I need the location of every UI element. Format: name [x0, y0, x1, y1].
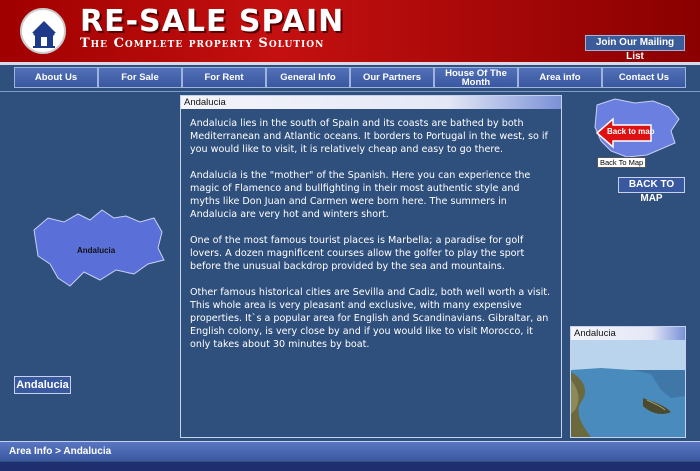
content-title: Andalucia [181, 96, 561, 109]
nav-house-of-the-month[interactable]: House Of The Month [434, 67, 518, 88]
nav-for-sale[interactable]: For Sale [98, 67, 182, 88]
back-arrow-label: Back to map [607, 127, 655, 136]
coast-photo [571, 340, 685, 437]
brand-title: RE-SALE SPAIN [80, 4, 345, 39]
nav-about-us[interactable]: About Us [14, 67, 98, 88]
join-mailing-list-button[interactable]: Join Our Mailing List [585, 35, 685, 62]
bottom-bar [0, 462, 700, 471]
site-header: RE-SALE SPAIN The Complete property Solu… [0, 0, 700, 62]
nav-our-partners[interactable]: Our Partners [350, 67, 434, 88]
andalucia-button[interactable]: Andalucia [14, 376, 71, 394]
nav-for-rent[interactable]: For Rent [182, 67, 266, 88]
spain-mini-map[interactable]: Back to map [591, 97, 681, 163]
back-to-map-button[interactable]: BACK TO MAP [618, 177, 685, 204]
brand-tagline: The Complete property Solution [80, 36, 325, 51]
content-paragraph: Andalucia lies in the south of Spain and… [190, 118, 548, 155]
area-photo-panel: Andalucia [570, 326, 686, 438]
main-nav: About Us For Sale For Rent General Info … [14, 67, 686, 88]
breadcrumb[interactable]: Area Info > Andalucia [9, 446, 111, 457]
content-body: Andalucia lies in the south of Spain and… [181, 109, 561, 351]
back-to-map-tooltip: Back To Map [597, 157, 647, 168]
logo[interactable] [20, 8, 66, 54]
house-sun-icon [32, 21, 56, 48]
content-panel: Andalucia Andalucia lies in the south of… [180, 95, 562, 438]
photo-title: Andalucia [571, 327, 685, 340]
content-paragraph: One of the most famous tourist places is… [190, 235, 525, 272]
nav-contact-us[interactable]: Contact Us [602, 67, 686, 88]
header-divider [0, 62, 700, 65]
content-paragraph: Andalucia is the "mother" of the Spanish… [190, 170, 531, 220]
nav-divider [0, 91, 700, 92]
content-paragraph: Other famous historical cities are Sevil… [190, 287, 551, 350]
nav-general-info[interactable]: General Info [266, 67, 350, 88]
breadcrumb-bar: Area Info > Andalucia [0, 441, 700, 461]
andalucia-region-map[interactable]: Andalucia [30, 208, 170, 292]
map-region-label: Andalucia [77, 246, 116, 255]
nav-area-info[interactable]: Area info [518, 67, 602, 88]
